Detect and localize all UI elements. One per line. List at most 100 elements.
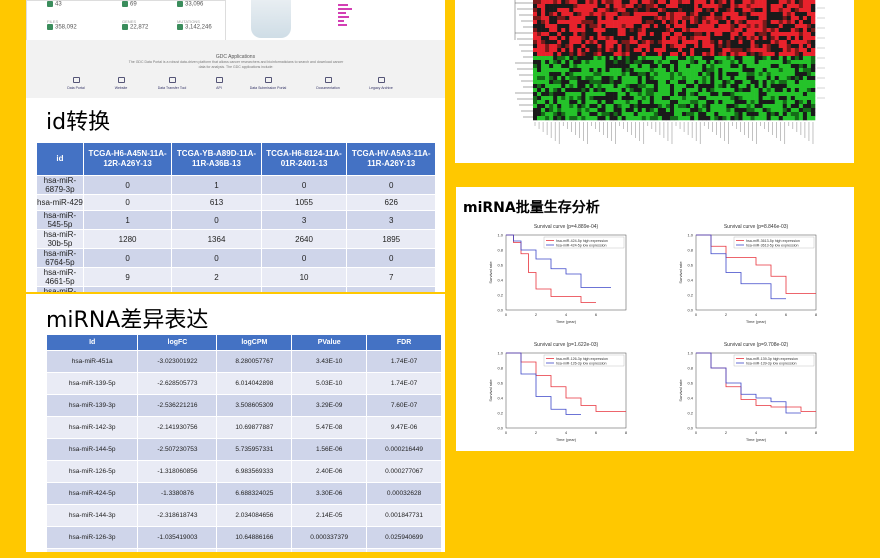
table-cell: 3.29E-09 [291,394,368,417]
heatmap-cell [810,48,816,53]
heatmap-cell [714,100,719,105]
heatmap-cell [738,28,743,33]
heatmap-cell [766,112,771,117]
heatmap-cell [577,4,582,9]
heatmap-cell [726,52,731,57]
heatmap-cell [678,72,683,77]
heatmap-cell [806,8,812,13]
app-data-portal[interactable]: Data Portal [56,77,96,90]
heatmap-cell [786,56,792,61]
heatmap-cell [674,20,679,25]
app-api[interactable]: API [199,77,239,90]
heatmap-cell [770,92,776,97]
heatmap-cell [669,32,675,37]
heatmap-cell [593,24,598,29]
y-tick-label: 0.8 [497,366,503,371]
heatmap-cell [770,12,776,17]
heatmap-cell [541,60,546,65]
heatmap-cell [710,0,715,5]
bar [338,20,344,22]
heatmap-cell [722,92,727,97]
heatmap-cell [694,84,699,89]
heatmap-cell [541,56,546,61]
table-cell: 0 [82,175,173,195]
heatmap-cell [718,32,723,37]
heatmap-cell [617,116,622,121]
heatmap-cell [770,108,776,113]
heatmap-cell [786,84,792,89]
heatmap-cell [754,32,759,37]
heatmap-cell [597,116,602,121]
heatmap-cell [665,52,671,57]
heatmap-cell [557,16,562,21]
heatmap-cell [738,68,743,73]
heatmap-cell [698,12,703,17]
heatmap-cell [545,76,550,81]
heatmap-cell [633,64,639,69]
plot-title: Survival curve (p=9.708e-02) [724,342,789,348]
heatmap-cell [653,84,659,89]
app-data-transfer-tool[interactable]: Data Transfer Tool [152,77,192,90]
heatmap-cell [718,56,723,61]
heatmap-cell [605,20,610,25]
heatmap-cell [569,32,574,37]
heatmap-cell [806,12,812,17]
heatmap-cell [553,48,558,53]
heatmap-cell [694,48,699,53]
heatmap-cell [617,24,622,29]
heatmap-cell [714,36,719,41]
heatmap-cell [625,100,630,105]
heatmap-cell [674,108,679,113]
heatmap-cell [742,116,747,121]
heatmap-cell [585,84,590,89]
heatmap-cell [722,56,727,61]
heatmap-cell [798,32,804,37]
heatmap-cell [790,20,796,25]
app-documentation[interactable]: Documentation [308,77,348,90]
heatmap-cell [573,80,578,85]
heatmap-cell [806,52,812,57]
heatmap-cell [617,64,622,69]
app-legacy-archive[interactable]: Legacy Archive [361,77,401,90]
x-tick-label: 6 [785,312,788,317]
heatmap-cell [609,20,614,25]
heatmap-cell [798,80,804,85]
table-cell: 1.74E-07 [366,372,442,395]
heatmap-cell [609,48,614,53]
heatmap-cell [766,92,771,97]
heatmap-cell [605,72,610,77]
heatmap-cell [609,0,614,5]
table-cell: hsa-miR-4661-5p [36,267,84,287]
heatmap-cell [653,16,659,21]
app-website[interactable]: Website [101,77,141,90]
heatmap-cell [722,32,727,37]
heatmap-cell [714,84,719,89]
heatmap-cell [533,60,538,65]
heatmap-cell [653,112,659,117]
heatmap-cell [810,36,816,41]
heatmap-cell [649,60,655,65]
heatmap-cell [533,104,538,109]
heatmap-cell [669,28,675,33]
body-map-image [251,0,291,38]
heatmap-cell [653,28,659,33]
heatmap-cell [702,0,707,5]
heatmap-cell [754,12,759,17]
heatmap-cell [581,108,586,113]
heatmap-cell [569,92,574,97]
app-data-submission-portal[interactable]: Data Submission Portal [248,77,288,90]
heatmap-cell [686,108,691,113]
heatmap-cell [694,100,699,105]
heatmap-cell [637,56,643,61]
heatmap-cell [750,16,755,21]
heatmap-cell [665,56,671,61]
heatmap-cell [617,16,622,21]
heatmap-cell [770,112,776,117]
heatmap-cell [678,12,683,17]
bar [338,8,352,10]
heatmap-cell [565,32,570,37]
heatmap-cell [742,52,747,57]
heatmap-cell [609,100,614,105]
heatmap-cell [726,40,731,45]
heatmap-cell [766,0,771,5]
